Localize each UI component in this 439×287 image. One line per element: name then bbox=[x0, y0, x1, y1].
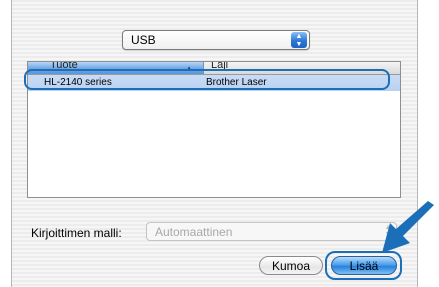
popup-arrows-icon: ▲ ▼ bbox=[291, 32, 307, 48]
pointer-arrow-icon bbox=[382, 201, 434, 253]
connection-type-popup[interactable]: USB ▲ ▼ bbox=[122, 30, 310, 50]
cancel-button[interactable]: Kumoa bbox=[259, 256, 323, 275]
connection-type-value: USB bbox=[131, 33, 156, 47]
model-select-value: Automaattinen bbox=[155, 225, 233, 239]
row-highlight-ring bbox=[24, 69, 390, 90]
printer-browser-window: USB ▲ ▼ Tuote ▲ Laji HL-2140 series Broth… bbox=[0, 0, 439, 287]
model-label: Kirjoittimen malli: bbox=[31, 226, 122, 240]
